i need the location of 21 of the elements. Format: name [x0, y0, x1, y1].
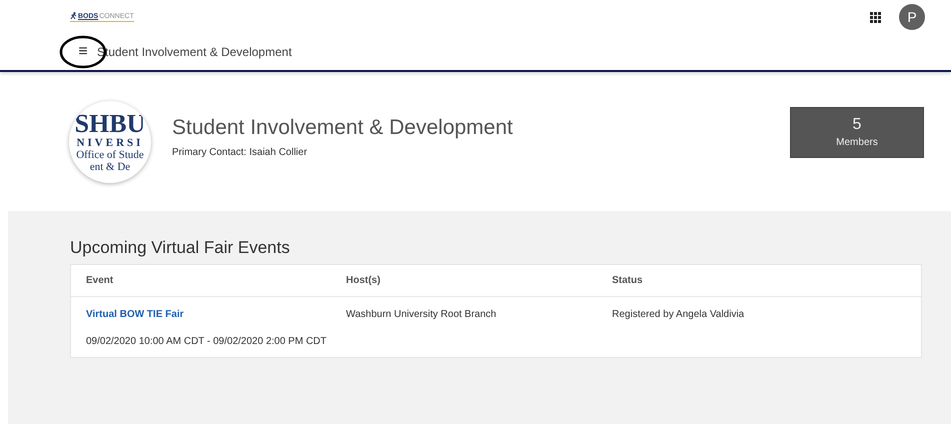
- event-link[interactable]: Virtual BOW TIE Fair: [86, 307, 346, 322]
- organization-name: Student Involvement & Development: [172, 114, 514, 141]
- members-count: 5: [852, 115, 862, 135]
- event-status: Registered by Angela Valdivia: [612, 308, 746, 322]
- event-time: 09/02/2020 10:00 AM CDT - 09/02/2020 2:00 PM CDT: [86, 335, 328, 350]
- column-header: Status: [612, 274, 644, 288]
- column-header: Host(s): [346, 274, 382, 288]
- runner-icon: [70, 12, 77, 20]
- apps-grid-icon[interactable]: [870, 12, 881, 22]
- user-avatar[interactable]: P: [899, 4, 925, 30]
- logo-text: Office of Stude: [76, 150, 144, 161]
- logo-text: ent & De: [90, 162, 130, 173]
- primary-contact: Primary Contact: Isaiah Collier: [172, 146, 308, 160]
- section-heading: Upcoming Virtual Fair Events: [70, 237, 291, 258]
- event-host: Washburn University Root Branch: [346, 308, 498, 322]
- logo-text: NIVERSI: [76, 138, 144, 149]
- menu-button[interactable]: ≡: [76, 44, 90, 60]
- members-label: Members: [836, 136, 878, 150]
- logo-text: SHBU: [74, 111, 146, 137]
- column-header: Event: [86, 274, 114, 288]
- members-card[interactable]: 5 Members: [790, 107, 924, 158]
